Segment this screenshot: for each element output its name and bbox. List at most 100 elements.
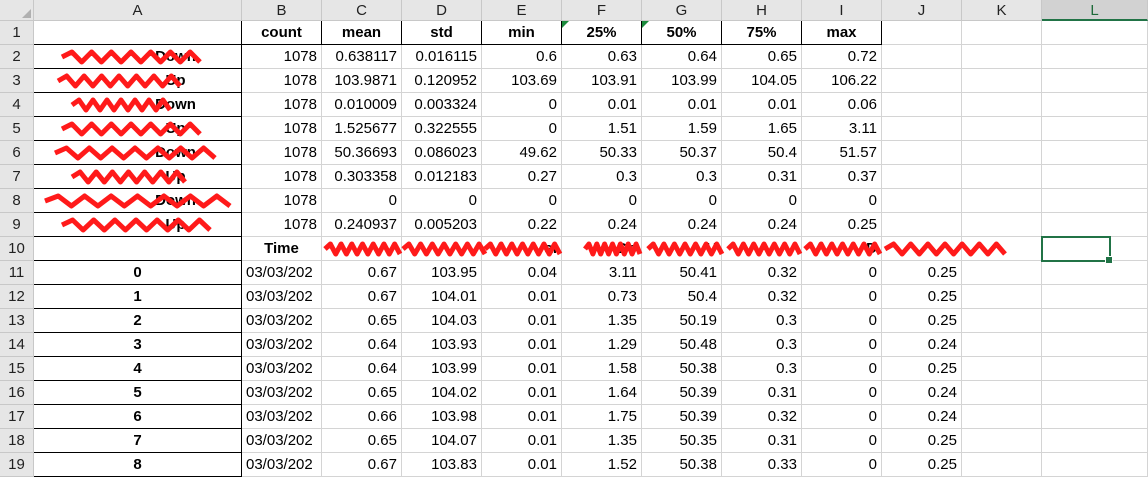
stat-header-count[interactable]: count — [242, 21, 322, 45]
empty-cell[interactable] — [962, 429, 1042, 453]
data-value[interactable]: 104.03 — [402, 309, 482, 333]
data-value[interactable]: 103.93 — [402, 333, 482, 357]
row-header-7[interactable]: 7 — [0, 165, 34, 189]
data-value[interactable]: 3.11 — [562, 261, 642, 285]
column-header-k[interactable]: K — [962, 0, 1042, 21]
data-value[interactable]: 0.01 — [482, 333, 562, 357]
empty-cell[interactable] — [1042, 381, 1148, 405]
data-value[interactable]: 0.01 — [482, 429, 562, 453]
data-index[interactable]: 6 — [34, 405, 242, 429]
describe-row-label[interactable]: Down — [34, 189, 242, 213]
data-value[interactable]: 0 — [802, 357, 882, 381]
empty-cell[interactable] — [1042, 285, 1148, 309]
describe-value[interactable]: 1.51 — [562, 117, 642, 141]
column-header-c[interactable]: C — [322, 0, 402, 21]
data-value[interactable]: 0.3 — [722, 357, 802, 381]
describe-value[interactable]: 1078 — [242, 45, 322, 69]
data-value[interactable]: 104.07 — [402, 429, 482, 453]
empty-cell[interactable] — [962, 309, 1042, 333]
describe-row-label[interactable]: Up — [34, 117, 242, 141]
describe-row-label[interactable]: Down — [34, 141, 242, 165]
describe-value[interactable]: 0.01 — [722, 93, 802, 117]
row-header-1[interactable]: 1 — [0, 21, 34, 45]
data-value[interactable]: 1.58 — [562, 357, 642, 381]
data-value[interactable]: 1.35 — [562, 309, 642, 333]
row-header-9[interactable]: 9 — [0, 213, 34, 237]
describe-value[interactable]: 0 — [482, 189, 562, 213]
row-header-5[interactable]: 5 — [0, 117, 34, 141]
data-value[interactable]: 0.64 — [322, 357, 402, 381]
empty-cell[interactable] — [962, 357, 1042, 381]
row-header-18[interactable]: 18 — [0, 429, 34, 453]
row-header-2[interactable]: 2 — [0, 45, 34, 69]
describe-value[interactable]: 103.9871 — [322, 69, 402, 93]
data-value[interactable]: 0.65 — [322, 381, 402, 405]
empty-cell[interactable] — [1042, 93, 1148, 117]
describe-value[interactable]: 50.4 — [722, 141, 802, 165]
data-value[interactable]: 103.83 — [402, 453, 482, 477]
data-value[interactable]: 0 — [802, 405, 882, 429]
data-value[interactable]: 0.64 — [322, 333, 402, 357]
data-value[interactable]: 0.01 — [482, 285, 562, 309]
data-value[interactable]: 103.98 — [402, 405, 482, 429]
describe-value[interactable]: 0.24 — [642, 213, 722, 237]
stat-header-75pct[interactable]: 75% — [722, 21, 802, 45]
describe-value[interactable]: 0.322555 — [402, 117, 482, 141]
describe-value[interactable]: 0.016115 — [402, 45, 482, 69]
describe-value[interactable]: 0.3 — [562, 165, 642, 189]
data-value[interactable]: 50.39 — [642, 381, 722, 405]
describe-value[interactable]: 1078 — [242, 117, 322, 141]
describe-value[interactable]: 0 — [722, 189, 802, 213]
describe-value[interactable]: 0 — [482, 93, 562, 117]
empty-cell[interactable] — [1042, 45, 1148, 69]
describe-value[interactable]: 0.06 — [802, 93, 882, 117]
data-value[interactable]: 104.02 — [402, 381, 482, 405]
empty-cell[interactable] — [1042, 405, 1148, 429]
data-header-redacted[interactable]: al — [482, 237, 562, 261]
column-header-i[interactable]: I — [802, 0, 882, 21]
data-value[interactable]: 0.73 — [562, 285, 642, 309]
cell-a10[interactable] — [34, 237, 242, 261]
data-value[interactable]: 0.3 — [722, 309, 802, 333]
empty-cell[interactable] — [962, 213, 1042, 237]
data-value[interactable]: 1.52 — [562, 453, 642, 477]
describe-value[interactable]: 0.27 — [482, 165, 562, 189]
describe-value[interactable]: 3.11 — [802, 117, 882, 141]
stat-header-std[interactable]: std — [402, 21, 482, 45]
column-header-f[interactable]: F — [562, 0, 642, 21]
describe-value[interactable]: 0.012183 — [402, 165, 482, 189]
data-value[interactable]: 0.32 — [722, 405, 802, 429]
data-header-redacted[interactable] — [322, 237, 402, 261]
data-header-redacted[interactable] — [722, 237, 802, 261]
describe-value[interactable]: 104.05 — [722, 69, 802, 93]
empty-cell[interactable] — [882, 21, 962, 45]
describe-value[interactable]: 0.3 — [642, 165, 722, 189]
describe-value[interactable]: 0 — [562, 189, 642, 213]
describe-value[interactable]: 0.086023 — [402, 141, 482, 165]
describe-value[interactable]: 106.22 — [802, 69, 882, 93]
data-value[interactable]: 0.67 — [322, 261, 402, 285]
data-value[interactable]: 0.04 — [482, 261, 562, 285]
empty-cell[interactable] — [962, 93, 1042, 117]
data-value[interactable]: 50.48 — [642, 333, 722, 357]
data-value[interactable]: 0 — [802, 429, 882, 453]
data-time[interactable]: 03/03/202 — [242, 357, 322, 381]
data-value[interactable]: 0.66 — [322, 405, 402, 429]
empty-cell[interactable] — [1042, 117, 1148, 141]
data-value[interactable]: 0 — [802, 381, 882, 405]
describe-value[interactable]: 1078 — [242, 165, 322, 189]
empty-cell[interactable] — [1042, 261, 1148, 285]
empty-cell[interactable] — [962, 405, 1042, 429]
data-value[interactable]: 0.65 — [322, 309, 402, 333]
empty-cell[interactable] — [882, 93, 962, 117]
data-time[interactable]: 03/03/202 — [242, 261, 322, 285]
empty-cell[interactable] — [962, 117, 1042, 141]
empty-cell[interactable] — [962, 69, 1042, 93]
empty-cell[interactable] — [962, 165, 1042, 189]
data-index[interactable]: 4 — [34, 357, 242, 381]
describe-value[interactable]: 0.01 — [562, 93, 642, 117]
describe-value[interactable]: 1.65 — [722, 117, 802, 141]
row-header-11[interactable]: 11 — [0, 261, 34, 285]
data-time[interactable]: 03/03/202 — [242, 405, 322, 429]
describe-value[interactable]: 0.31 — [722, 165, 802, 189]
